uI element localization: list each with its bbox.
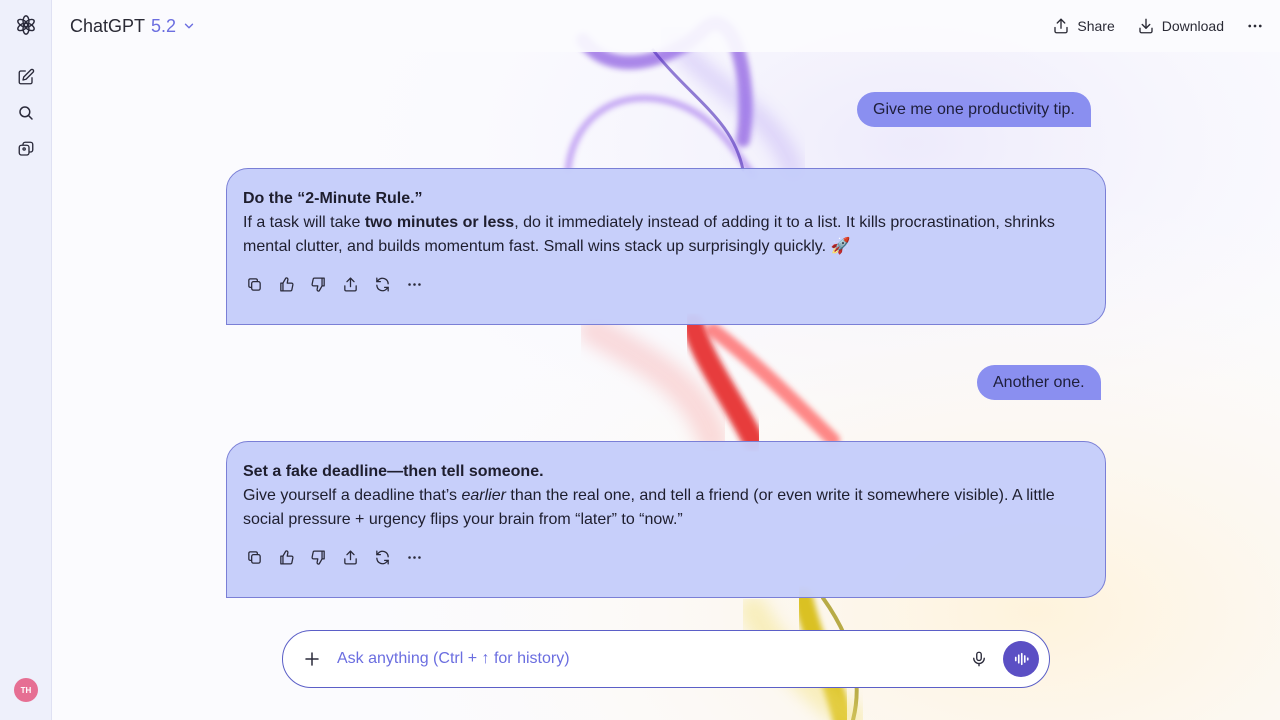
thumbs-up-button[interactable] [275,273,297,295]
assistant-message: Do the “2-Minute Rule.” If a task will t… [226,168,1106,325]
message-actions [243,546,1089,568]
regenerate-icon [375,276,389,292]
thumbs-down-button[interactable] [307,546,329,568]
answer-emphasis: earlier [461,487,506,504]
prompt-input[interactable] [337,650,967,668]
dictate-button[interactable] [967,647,991,671]
thumbs-up-icon [279,276,294,292]
assistant-message: Set a fake deadline—then tell someone. G… [226,441,1106,598]
more-button[interactable] [403,273,425,295]
chevron-down-icon [184,23,194,29]
main-area: ChatGPT 5.2 Share Download Give me one p… [53,0,1280,720]
user-message: Give me one productivity tip. [857,92,1091,127]
microphone-icon [973,651,985,667]
more-options-button[interactable] [1246,17,1264,35]
answer-text: If a task will take [243,214,365,231]
share-message-button[interactable] [339,273,361,295]
model-version: 5.2 [151,15,177,36]
openai-logo-icon[interactable] [11,10,41,40]
share-icon [1054,18,1069,34]
search-icon[interactable] [11,98,41,128]
answer-text: Give yourself a deadline that’s [243,487,462,504]
user-message-text: Give me one productivity tip. [873,100,1075,118]
avatar[interactable]: TH [14,678,38,702]
share-label: Share [1077,18,1115,34]
download-icon [1139,18,1153,34]
regenerate-icon [375,549,389,565]
user-message: Another one. [977,365,1101,400]
more-icon [1248,24,1262,28]
composer [282,630,1050,688]
attach-button[interactable] [301,648,323,670]
share-message-button[interactable] [339,546,361,568]
copy-icon [247,277,261,291]
model-name: ChatGPT [70,15,146,36]
plus-icon [305,652,319,666]
thumbs-up-icon [279,549,294,565]
library-icon[interactable] [11,134,41,164]
regenerate-button[interactable] [371,273,393,295]
share-icon [343,549,357,565]
regenerate-button[interactable] [371,546,393,568]
copy-button[interactable] [243,273,265,295]
thumbs-down-button[interactable] [307,273,329,295]
more-icon [407,555,421,559]
user-message-text: Another one. [993,373,1085,391]
copy-button[interactable] [243,546,265,568]
smoke-background [53,0,1280,720]
download-button[interactable]: Download [1137,17,1224,35]
more-icon [407,282,421,286]
thumbs-down-icon [310,549,325,565]
answer-body: Give yourself a deadline that’s earlier … [243,484,1089,532]
download-label: Download [1161,18,1224,34]
thumbs-up-button[interactable] [275,546,297,568]
share-icon [343,276,357,292]
waveform-icon [1014,652,1029,666]
answer-title: Do the “2-Minute Rule.” [243,190,423,207]
sidebar: TH [0,0,52,720]
answer-title: Set a fake deadline—then tell someone. [243,463,544,480]
share-button[interactable]: Share [1052,17,1115,35]
answer-body: If a task will take two minutes or less,… [243,211,1089,259]
copy-icon [247,550,261,564]
message-actions [243,273,1089,295]
voice-mode-button[interactable] [1003,641,1039,677]
answer-emphasis: two minutes or less [364,214,515,231]
thumbs-down-icon [310,276,325,292]
more-button[interactable] [403,546,425,568]
top-bar: ChatGPT 5.2 Share Download [53,0,1280,52]
new-chat-icon[interactable] [11,62,41,92]
model-selector[interactable]: ChatGPT 5.2 [70,16,196,37]
